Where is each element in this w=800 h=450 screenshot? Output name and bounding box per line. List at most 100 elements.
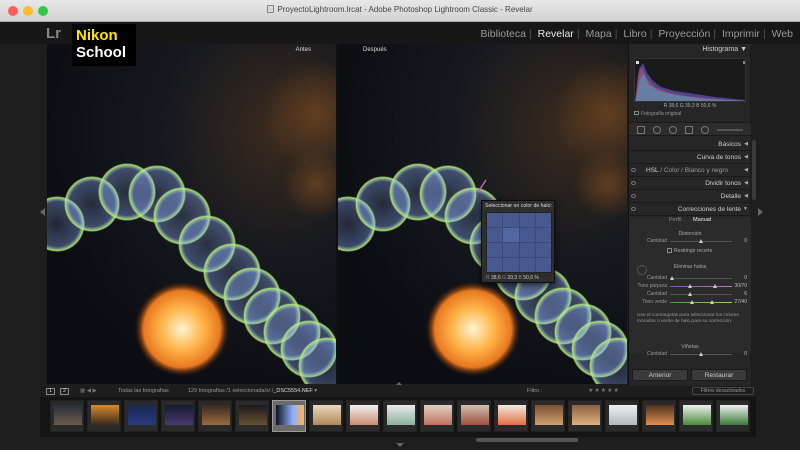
color-sample-grid[interactable]	[486, 212, 552, 273]
filmstrip-thumbnail[interactable]	[198, 400, 232, 432]
fringe-eyedropper-icon[interactable]	[637, 265, 647, 275]
halo-color-picker-popup[interactable]: Seleccionar un color de halo: R 38,6 G 3…	[481, 200, 555, 283]
filmstrip-thumbnail-selected[interactable]	[272, 400, 306, 432]
right-panel-toggle-icon[interactable]	[758, 208, 763, 216]
slider-thumb[interactable]	[699, 352, 703, 356]
section-correcciones-lente[interactable]: Correcciones de lente	[629, 204, 751, 216]
panel-scrollbar[interactable]	[752, 140, 756, 200]
left-panel-toggle-icon[interactable]	[40, 208, 45, 216]
purple-amount-slider[interactable]	[670, 276, 732, 280]
crop-checkbox[interactable]	[667, 248, 672, 253]
module-proyeccion[interactable]: Proyección	[655, 28, 713, 40]
secondary-window-button[interactable]: 2	[60, 388, 69, 395]
spot-removal-icon[interactable]	[653, 126, 661, 134]
filmstrip-thumbnail[interactable]	[642, 400, 676, 432]
filmstrip-toggle-up-icon[interactable]	[396, 382, 402, 385]
module-web[interactable]: Web	[769, 28, 796, 40]
vignette-amount-value[interactable]: 0	[733, 351, 747, 357]
brush-slider[interactable]	[717, 129, 743, 131]
section-basicos[interactable]: Básicos	[629, 139, 751, 151]
reset-button[interactable]: Restaurar	[691, 369, 747, 381]
previous-button[interactable]: Anterior	[632, 369, 688, 381]
section-dividir-tonos[interactable]: Dividir tonos	[629, 178, 751, 190]
eye-icon[interactable]	[631, 207, 636, 211]
sample-cell	[503, 243, 519, 257]
slider-thumb[interactable]	[690, 300, 694, 304]
before-image-pane[interactable]: Antes	[47, 44, 336, 384]
eye-icon[interactable]	[631, 168, 636, 172]
slider-thumb[interactable]	[688, 292, 692, 296]
filmstrip-thumbnail[interactable]	[50, 400, 84, 432]
sample-cell	[519, 243, 535, 257]
filmstrip-thumbnail[interactable]	[531, 400, 565, 432]
tab-manual[interactable]: Manual	[688, 217, 716, 223]
crop-tool-icon[interactable]	[637, 126, 645, 134]
filmstrip-thumbnail[interactable]	[346, 400, 380, 432]
distortion-amount-value[interactable]: 0	[733, 238, 747, 244]
filmstrip-thumbnail[interactable]	[309, 400, 343, 432]
green-hue-value[interactable]: 27/40	[733, 299, 747, 305]
filmstrip-thumbnail[interactable]	[494, 400, 528, 432]
filter-dropdown[interactable]: Filtros desactivados	[692, 387, 754, 395]
filmstrip-thumbnail[interactable]	[383, 400, 417, 432]
filmstrip-thumbnail[interactable]	[457, 400, 491, 432]
distortion-amount-slider[interactable]	[670, 239, 732, 243]
filmstrip-thumbnail[interactable]	[161, 400, 195, 432]
graduated-filter-icon[interactable]	[685, 126, 693, 134]
hsl-label[interactable]: HSL	[646, 167, 658, 174]
g-value: 39,3	[507, 275, 518, 281]
crop-checkbox-row[interactable]: Restringir recorte	[667, 248, 712, 254]
filmstrip-toggle-down-icon[interactable]	[396, 443, 404, 447]
rating-filter-stars[interactable]: ★★★★★	[588, 387, 620, 394]
filmstrip-thumbnail[interactable]	[420, 400, 454, 432]
red-eye-icon[interactable]	[669, 126, 677, 134]
filmstrip-thumbnail[interactable]	[87, 400, 121, 432]
module-revelar[interactable]: Revelar	[535, 28, 577, 40]
filmstrip-scrollbar[interactable]	[476, 438, 578, 442]
histogram[interactable]	[634, 58, 746, 102]
green-amount-slider[interactable]	[670, 292, 732, 296]
module-biblioteca[interactable]: Biblioteca	[477, 28, 529, 40]
section-detalle[interactable]: Detalle	[629, 191, 751, 203]
module-imprimir[interactable]: Imprimir	[719, 28, 763, 40]
shadow-clip-icon	[636, 61, 639, 64]
module-mapa[interactable]: Mapa	[582, 28, 614, 40]
filmstrip-thumbnail[interactable]	[568, 400, 602, 432]
bn-label[interactable]: Blanco y negro	[685, 167, 728, 174]
slider-thumb[interactable]	[688, 284, 692, 288]
filmstrip-thumbnail[interactable]	[605, 400, 639, 432]
filmstrip-thumbnail[interactable]	[716, 400, 750, 432]
source-label[interactable]: Todas las fotografías	[118, 388, 169, 394]
purple-hue-slider[interactable]	[670, 284, 732, 288]
grid-view-icon[interactable]: ▦ ◀ ▶	[80, 388, 97, 394]
eye-icon[interactable]	[631, 181, 636, 185]
primary-window-button[interactable]: 1	[46, 388, 55, 395]
section-hsl[interactable]: HSL / Color / Blanco y negro	[629, 165, 751, 177]
purple-hue-value[interactable]: 30/70	[733, 283, 747, 289]
distortion-amount-label: Cantidad	[646, 238, 667, 244]
filter-label: Filtro :	[527, 388, 543, 394]
tab-perfil[interactable]: Perfil	[664, 217, 687, 223]
purple-hue-label: Tono púrpura	[637, 283, 667, 289]
module-separator: |	[528, 28, 532, 40]
slider-thumb[interactable]	[710, 300, 714, 304]
slider-thumb[interactable]	[699, 239, 703, 243]
filmstrip-thumbnail[interactable]	[124, 400, 158, 432]
slider-thumb[interactable]	[713, 284, 717, 288]
module-libro[interactable]: Libro	[620, 28, 649, 40]
filmstrip-thumbnail[interactable]	[235, 400, 269, 432]
green-hue-slider[interactable]	[670, 300, 732, 304]
radial-filter-icon[interactable]	[701, 126, 709, 134]
vignette-amount-slider[interactable]	[670, 352, 732, 356]
color-label[interactable]: Color	[664, 167, 680, 174]
green-hue-row: Tono verde 27/40	[633, 299, 747, 306]
purple-amount-value[interactable]: 0	[733, 275, 747, 281]
purple-amount-row: Cantidad 0	[633, 275, 747, 282]
section-curva-tonos[interactable]: Curva de tonos	[629, 152, 751, 164]
module-separator: |	[649, 28, 653, 40]
filmstrip-thumbnail[interactable]	[679, 400, 713, 432]
histogram-header[interactable]: Histograma ▼	[629, 44, 751, 56]
slider-thumb[interactable]	[670, 276, 674, 280]
eye-icon[interactable]	[631, 194, 636, 198]
green-amount-value[interactable]: 6	[733, 291, 747, 297]
